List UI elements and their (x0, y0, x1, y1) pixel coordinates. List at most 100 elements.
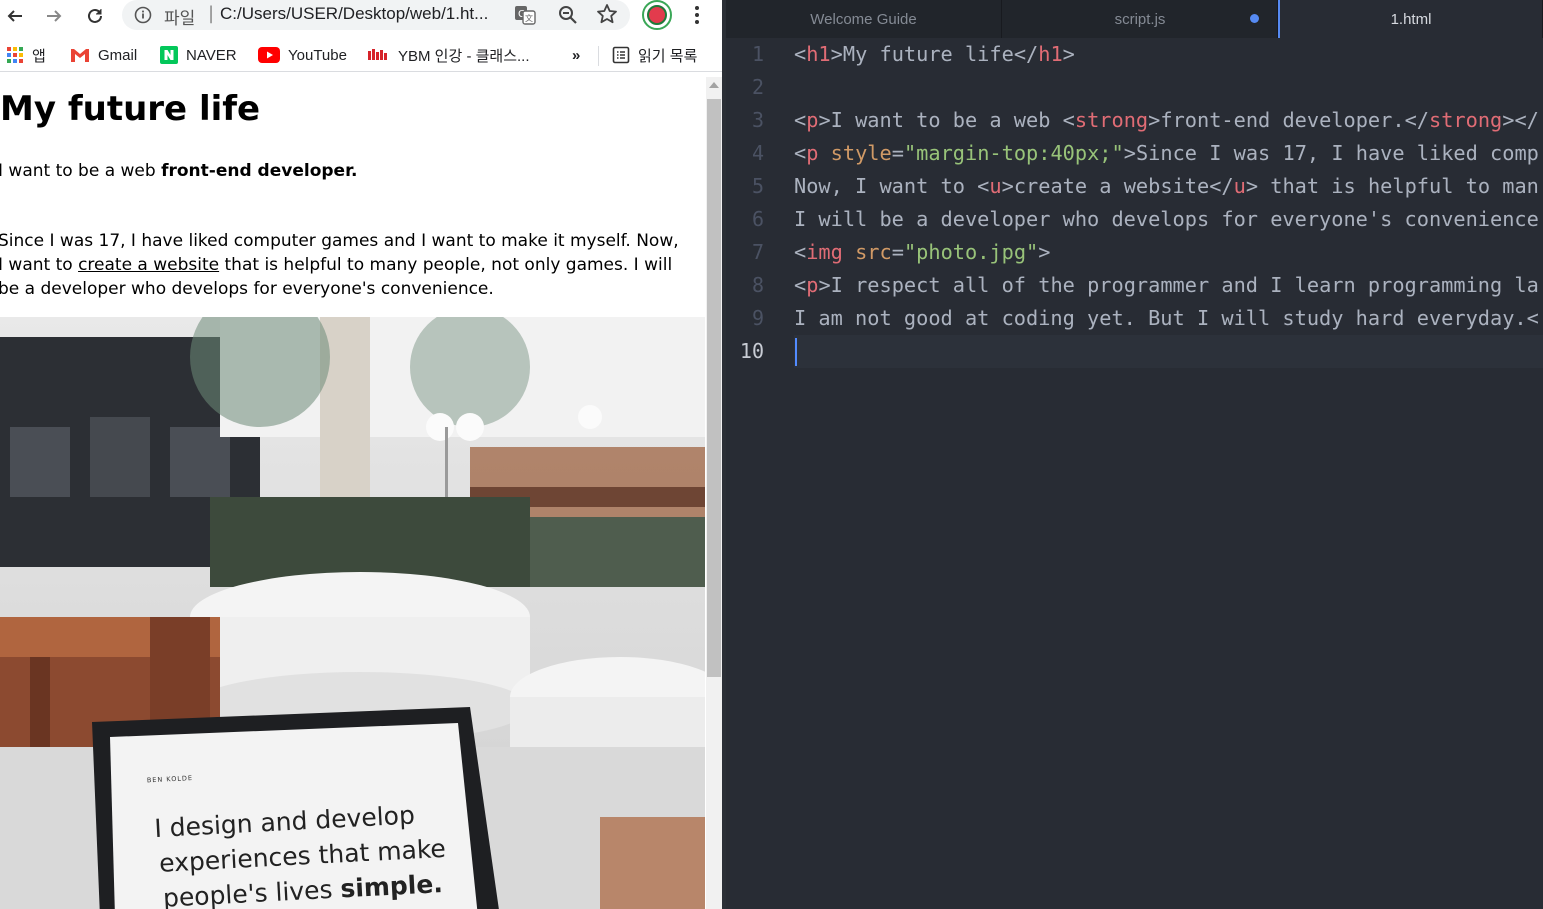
token-tag: strong (1429, 108, 1503, 132)
bookmark-youtube[interactable]: YouTube (258, 44, 347, 66)
token-text: create a website (1013, 174, 1210, 198)
text-cursor (795, 338, 797, 366)
arrow-left-icon (7, 10, 22, 22)
tab-script-js[interactable]: script.js (1003, 0, 1278, 38)
token: </ (1404, 108, 1429, 132)
page-paragraph-1: I want to be a web front-end developer. (0, 161, 358, 181)
token-text: I respect all of the programmer and I le… (830, 273, 1539, 297)
token-tag: p (806, 108, 819, 132)
token: < (794, 273, 807, 297)
translate-icon[interactable]: G文 (514, 5, 536, 25)
bookmark-gmail[interactable]: Gmail (70, 44, 137, 66)
reload-button[interactable] (82, 3, 108, 29)
browser-window: 파일 | C:/Users/USER/Desktop/web/1.ht... G… (0, 0, 722, 909)
strong-text: front-end developer. (161, 161, 358, 181)
token-string: "margin-top:40px;" (903, 141, 1124, 165)
code-line-9: I am not good at coding yet. But I will … (794, 302, 1539, 335)
token-tag: img (806, 240, 843, 264)
token-tag: strong (1074, 108, 1149, 132)
star-icon[interactable] (596, 3, 618, 25)
scroll-up-arrow-icon[interactable] (709, 82, 719, 88)
bookmark-apps[interactable]: 앱 (6, 44, 46, 66)
token: > (818, 273, 831, 297)
line-number: 7 (751, 240, 764, 264)
code-line-3: <p>I want to be a web <strong>front-end … (794, 104, 1539, 137)
line-number: 3 (751, 108, 764, 132)
tab-label: script.js (1114, 10, 1166, 28)
token: > (1001, 174, 1014, 198)
protocol-label: 파일 (164, 9, 196, 29)
bookmark-naver[interactable]: NAVER (160, 44, 237, 66)
token-string: "photo.jpg" (903, 240, 1039, 264)
token: > (1062, 42, 1075, 66)
youtube-icon (258, 47, 280, 63)
token-text: that is helpful to man (1258, 174, 1539, 198)
token: < (794, 240, 807, 264)
address-bar[interactable]: 파일 | C:/Users/USER/Desktop/web/1.ht... G… (122, 0, 630, 30)
token-tag: p (806, 273, 819, 297)
line-number: 5 (751, 174, 764, 198)
bookmarks-overflow-button[interactable]: » (572, 44, 580, 66)
token: > (818, 108, 831, 132)
ybm-icon (368, 49, 387, 60)
forward-button[interactable] (41, 3, 67, 29)
token-tag: u (1233, 174, 1246, 198)
more-vert-icon[interactable] (686, 4, 708, 26)
zoom-out-icon[interactable] (558, 5, 578, 25)
tab-1-html[interactable]: 1.html (1278, 0, 1543, 38)
svg-text:文: 文 (525, 13, 533, 23)
bookmarks-bar: 앱 Gmail NAVER YouTube YBM 인강 - 클래스... » (0, 38, 722, 72)
page-paragraph-2: Since I was 17, I have liked computer ga… (0, 229, 688, 301)
token-attr: style (830, 141, 892, 165)
reading-list-button[interactable]: 읽기 목록 (612, 44, 697, 66)
line-number: 9 (751, 306, 764, 330)
photo-image: BEN KOLDE I design and develop experienc… (0, 317, 705, 909)
token-tag: u (989, 174, 1002, 198)
code-area[interactable]: <h1>My future life</h1> <p>I want to be … (794, 38, 1543, 909)
naver-icon (160, 46, 178, 64)
back-button[interactable] (2, 3, 28, 29)
arrow-right-icon (47, 10, 62, 22)
bookmark-label: Gmail (98, 46, 138, 64)
token-text: I am not good at coding yet. But I will … (794, 306, 1539, 330)
token: < (794, 42, 807, 66)
page-photo: BEN KOLDE I design and develop experienc… (0, 317, 705, 909)
reading-list-label: 읽기 목록 (638, 47, 698, 65)
code-line-5: Now, I want to <u>create a website</u> t… (794, 170, 1539, 203)
code-line-4: <p style="margin-top:40px;">Since I was … (794, 137, 1539, 170)
underlined-text: create a website (78, 255, 220, 275)
apps-grid-icon (7, 47, 23, 63)
line-number: 6 (751, 207, 764, 231)
token: < (794, 141, 807, 165)
profile-avatar[interactable] (642, 0, 672, 30)
token-text: I want to be a web (830, 108, 1063, 132)
gmail-icon (71, 49, 89, 62)
code-line-1: <h1>My future life</h1> (794, 38, 1075, 71)
page-heading: My future life (0, 89, 261, 129)
token: ></ (1502, 108, 1539, 132)
url-text[interactable]: C:/Users/USER/Desktop/web/1.ht... (220, 4, 488, 24)
token: > (830, 42, 843, 66)
bookmark-label: 앱 (32, 47, 46, 65)
token-tag: h1 (1038, 42, 1063, 66)
bookmark-ybm[interactable]: YBM 인강 - 클래스... (368, 44, 530, 66)
line-number: 8 (751, 273, 764, 297)
vertical-scrollbar[interactable] (706, 77, 722, 909)
page-viewport: My future life I want to be a web front-… (0, 77, 706, 909)
info-icon[interactable] (134, 6, 152, 24)
line-number: 4 (751, 141, 764, 165)
token-text: Now, I want to (794, 174, 978, 198)
code-line-8: <p>I respect all of the programmer and I… (794, 269, 1539, 302)
token-tag: p (806, 141, 819, 165)
reading-list-icon (612, 46, 630, 64)
tab-welcome-guide[interactable]: Welcome Guide (726, 0, 1002, 38)
paragraph-text: I want to be a web (0, 161, 162, 181)
token: > (1038, 240, 1051, 264)
token-text: My future life (842, 42, 1014, 66)
token-text: front-end developer. (1160, 108, 1405, 132)
scrollbar-thumb[interactable] (707, 99, 721, 677)
token: < (1062, 108, 1075, 132)
token: > (1148, 108, 1161, 132)
